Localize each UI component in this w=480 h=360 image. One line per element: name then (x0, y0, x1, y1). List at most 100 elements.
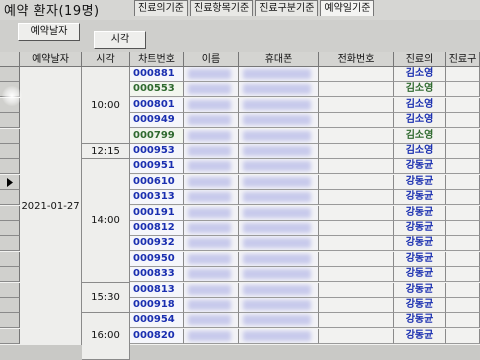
phone-cell[interactable] (319, 313, 394, 329)
row-selector[interactable] (0, 174, 20, 190)
chart-number-cell[interactable]: 000799 (130, 128, 184, 144)
category-cell[interactable] (446, 190, 480, 206)
date-cell[interactable]: 2021-01-27 (20, 67, 82, 345)
phone-cell[interactable] (319, 221, 394, 236)
name-cell[interactable] (184, 82, 239, 98)
sort-by-date-button[interactable]: 예약날자 (18, 23, 80, 41)
time-cell[interactable]: 16:00 (82, 313, 130, 360)
row-selector[interactable] (0, 113, 20, 129)
time-cell[interactable]: 14:00 (82, 159, 130, 283)
mobile-cell[interactable] (239, 113, 319, 129)
chart-number-cell[interactable]: 000954 (130, 313, 184, 329)
category-cell[interactable] (446, 251, 480, 267)
chart-number-cell[interactable]: 000553 (130, 82, 184, 98)
category-cell[interactable] (446, 67, 480, 82)
name-cell[interactable] (184, 298, 239, 313)
name-cell[interactable] (184, 159, 239, 175)
row-selector[interactable] (0, 236, 20, 252)
category-cell[interactable] (446, 144, 480, 159)
phone-cell[interactable] (319, 282, 394, 298)
category-cell[interactable] (446, 267, 480, 283)
mobile-cell[interactable] (239, 328, 319, 344)
category-cell[interactable] (446, 298, 480, 313)
mobile-cell[interactable] (239, 67, 319, 82)
row-selector[interactable] (0, 298, 20, 313)
col-header-category[interactable]: 진료구 (446, 52, 480, 67)
time-cell[interactable]: 15:30 (82, 282, 130, 314)
name-cell[interactable] (184, 128, 239, 144)
col-header-doctor[interactable]: 진료의 (394, 52, 446, 67)
chart-number-cell[interactable]: 000820 (130, 328, 184, 344)
mobile-cell[interactable] (239, 82, 319, 98)
row-selector[interactable] (0, 313, 20, 329)
name-cell[interactable] (184, 328, 239, 344)
chart-number-cell[interactable]: 000951 (130, 159, 184, 175)
doctor-cell[interactable]: 김소영 (394, 128, 446, 144)
doctor-cell[interactable]: 강동균 (394, 251, 446, 267)
name-cell[interactable] (184, 67, 239, 82)
phone-cell[interactable] (319, 97, 394, 113)
time-cell[interactable]: 10:00 (82, 67, 130, 144)
mobile-cell[interactable] (239, 236, 319, 252)
row-selector[interactable] (0, 67, 20, 82)
col-header-chart-no[interactable]: 차트번호 (130, 52, 184, 67)
doctor-cell[interactable]: 강동균 (394, 298, 446, 313)
chart-number-cell[interactable]: 000313 (130, 190, 184, 206)
doctor-cell[interactable]: 강동균 (394, 221, 446, 236)
name-cell[interactable] (184, 313, 239, 329)
mobile-cell[interactable] (239, 144, 319, 159)
row-selector[interactable] (0, 205, 20, 221)
col-header-date[interactable]: 예약날자 (20, 52, 82, 67)
phone-cell[interactable] (319, 144, 394, 159)
doctor-cell[interactable]: 강동균 (394, 174, 446, 190)
name-cell[interactable] (184, 205, 239, 221)
category-cell[interactable] (446, 313, 480, 329)
col-header-phone[interactable]: 전화번호 (319, 52, 394, 67)
category-cell[interactable] (446, 328, 480, 344)
doctor-cell[interactable]: 강동균 (394, 267, 446, 283)
phone-cell[interactable] (319, 128, 394, 144)
chart-number-cell[interactable]: 000953 (130, 144, 184, 159)
chart-number-cell[interactable]: 000918 (130, 298, 184, 313)
col-header-mobile[interactable]: 휴대폰 (239, 52, 319, 67)
mobile-cell[interactable] (239, 190, 319, 206)
row-selector[interactable] (0, 282, 20, 298)
chart-number-cell[interactable]: 000949 (130, 113, 184, 129)
phone-cell[interactable] (319, 298, 394, 313)
mobile-cell[interactable] (239, 174, 319, 190)
col-header-name[interactable]: 이름 (184, 52, 239, 67)
doctor-cell[interactable]: 김소영 (394, 113, 446, 129)
mobile-cell[interactable] (239, 251, 319, 267)
name-cell[interactable] (184, 97, 239, 113)
phone-cell[interactable] (319, 267, 394, 283)
mobile-cell[interactable] (239, 298, 319, 313)
category-cell[interactable] (446, 236, 480, 252)
chart-number-cell[interactable]: 000801 (130, 97, 184, 113)
mobile-cell[interactable] (239, 159, 319, 175)
phone-cell[interactable] (319, 328, 394, 344)
chart-number-cell[interactable]: 000932 (130, 236, 184, 252)
row-selector[interactable] (0, 251, 20, 267)
phone-cell[interactable] (319, 159, 394, 175)
category-cell[interactable] (446, 128, 480, 144)
name-cell[interactable] (184, 221, 239, 236)
doctor-cell[interactable]: 김소영 (394, 67, 446, 82)
doctor-cell[interactable]: 강동균 (394, 159, 446, 175)
name-cell[interactable] (184, 251, 239, 267)
category-cell[interactable] (446, 97, 480, 113)
phone-cell[interactable] (319, 205, 394, 221)
name-cell[interactable] (184, 190, 239, 206)
phone-cell[interactable] (319, 174, 394, 190)
name-cell[interactable] (184, 236, 239, 252)
col-header-time[interactable]: 시각 (82, 52, 130, 67)
category-cell[interactable] (446, 221, 480, 236)
mobile-cell[interactable] (239, 128, 319, 144)
doctor-cell[interactable]: 김소영 (394, 144, 446, 159)
row-selector[interactable] (0, 328, 20, 344)
phone-cell[interactable] (319, 236, 394, 252)
chart-number-cell[interactable]: 000950 (130, 251, 184, 267)
tab-doctor[interactable]: 진료의기준 (134, 0, 188, 16)
phone-cell[interactable] (319, 82, 394, 98)
doctor-cell[interactable]: 김소영 (394, 82, 446, 98)
doctor-cell[interactable]: 강동균 (394, 236, 446, 252)
